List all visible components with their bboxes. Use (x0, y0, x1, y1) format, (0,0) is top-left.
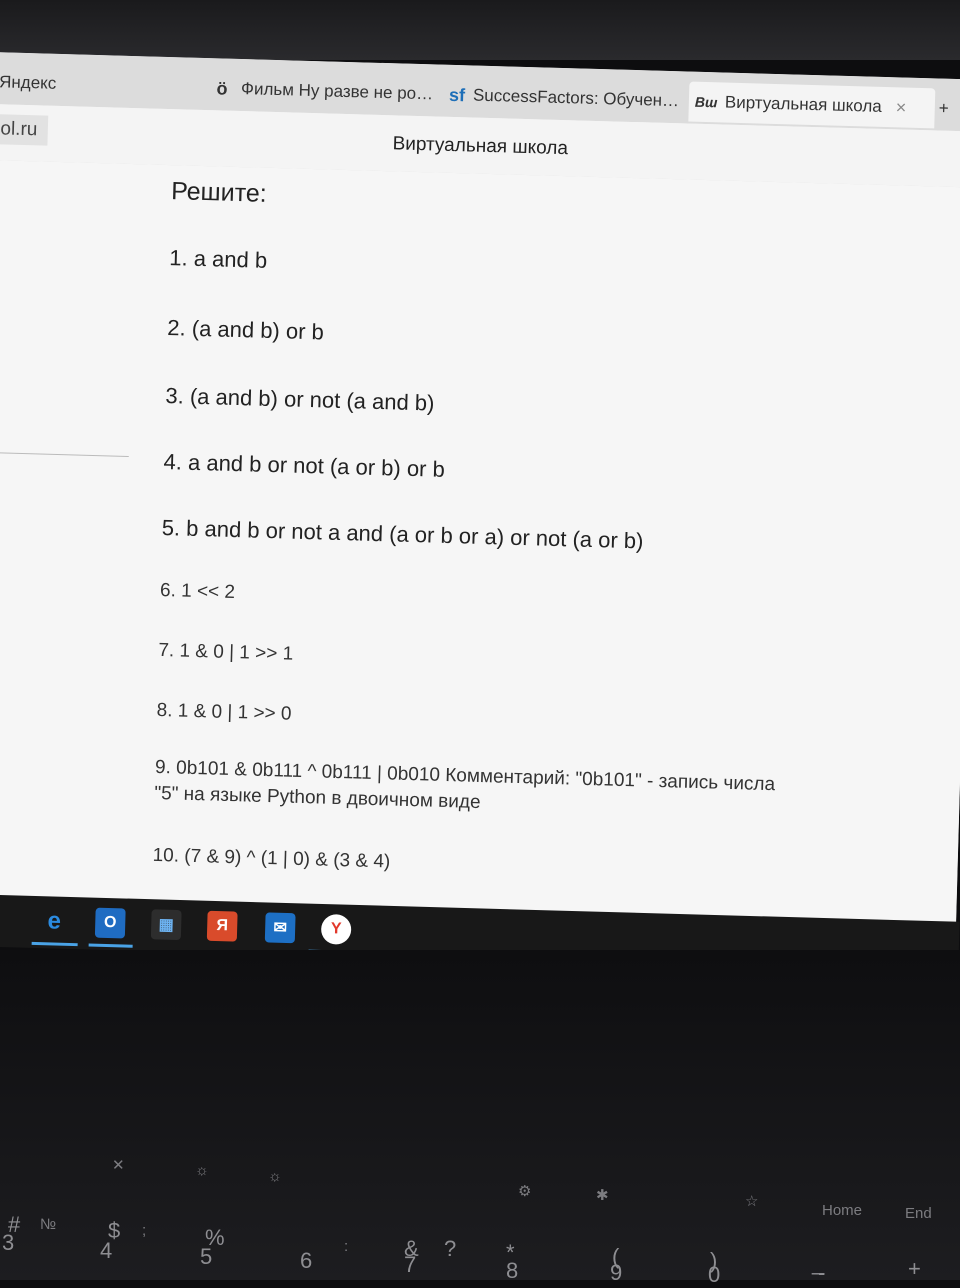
browser-window: Яндекс ö Фильм Ну разве не ро… sf Succes… (0, 52, 960, 960)
store-icon[interactable]: ▦ (150, 909, 182, 941)
task-item: 5. b and b or not a and (a or b or a) or… (161, 514, 644, 554)
tab-label: Виртуальная школа (724, 92, 883, 116)
key-legend: ? (444, 1236, 457, 1261)
key-legend: + (908, 1256, 921, 1281)
mute-icon: ✕ (112, 1157, 125, 1174)
tab-label: Яндекс (0, 72, 57, 93)
sf-icon: sf (448, 84, 466, 106)
key-legend: 0 (708, 1262, 721, 1287)
laptop-keyboard: Home End ☆ ⚙ ✱ ✕ ☼ ☼ # № 3 $ ; 4 % 5 6 :… (0, 950, 960, 1287)
yandex-browser-icon[interactable]: Я (206, 910, 238, 942)
tab-yandex[interactable]: Яндекс (0, 62, 200, 108)
edge-icon[interactable]: e (39, 906, 70, 937)
task-item: 10. (7 & 9) ^ (1 | 0) & (3 & 4) (152, 844, 391, 873)
brightness-up-icon: ☼ (268, 1168, 282, 1185)
key-legend: : (344, 1238, 349, 1255)
new-tab-button[interactable]: + (938, 89, 960, 130)
task-item: 7. 1 & 0 | 1 >> 1 (158, 639, 294, 665)
brightness-down-icon: ☼ (195, 1162, 209, 1179)
task-heading: Решите: (170, 177, 268, 208)
kinopoisk-icon: ö (216, 78, 228, 99)
yandex-y-icon[interactable]: Y (320, 913, 352, 945)
divider (0, 451, 129, 458)
active-indicator (88, 943, 133, 948)
tab-film[interactable]: ö Фильм Ну разве не ро… (211, 68, 442, 114)
key-legend: 4 (100, 1238, 113, 1263)
tab-successfactors[interactable]: sf SuccessFactors: Обучен… (448, 75, 680, 121)
mail-icon[interactable]: ✉ (264, 912, 296, 944)
star-icon: ☆ (745, 1193, 759, 1210)
tab-label: SuccessFactors: Обучен… (472, 85, 680, 111)
address-bar[interactable]: ool.ru (0, 113, 48, 146)
key-legend: 5 (200, 1244, 213, 1269)
task-item: 6. 1 << 2 (159, 579, 236, 604)
active-indicator (31, 941, 78, 947)
monitor-bezel (0, 0, 960, 60)
key-legend: 6 (300, 1248, 313, 1273)
plus-icon: + (938, 98, 950, 118)
task-item: 3. (a and b) or not (a and b) (165, 383, 435, 416)
key-legend: № (40, 1216, 57, 1233)
task-item: 9. 0b101 & 0b111 ^ 0b111 | 0b010 Коммент… (154, 757, 775, 822)
key-legend: 8 (506, 1258, 519, 1283)
tab-label: Фильм Ну разве не ро… (240, 79, 434, 104)
vsh-icon: Вш (694, 93, 718, 111)
page-content: Решите: 1. a and b 2. (a and b) or b 3. … (0, 159, 960, 960)
task-item: 1. a and b (168, 245, 268, 273)
close-tab-icon[interactable]: × (895, 97, 906, 118)
task-item: 4. a and b or not (a or b) or b (163, 449, 446, 482)
task-item: 8. 1 & 0 | 1 >> 0 (156, 699, 292, 725)
key-legend: - (818, 1260, 826, 1285)
key-legend: 7 (404, 1252, 417, 1277)
gear-icon: ⚙ (518, 1183, 532, 1200)
tab-virtual-school[interactable]: Вш Виртуальная школа × (688, 81, 936, 129)
page-title: Виртуальная школа (392, 133, 569, 160)
end-key: End (905, 1205, 932, 1222)
bluetooth-icon: ✱ (596, 1187, 609, 1204)
key-legend: 9 (610, 1260, 623, 1285)
outlook-icon[interactable]: O (94, 907, 126, 939)
key-legend: 3 (2, 1230, 15, 1255)
task-item: 2. (a and b) or b (167, 315, 325, 345)
home-key: Home (822, 1202, 863, 1219)
key-legend: ; (142, 1222, 147, 1239)
